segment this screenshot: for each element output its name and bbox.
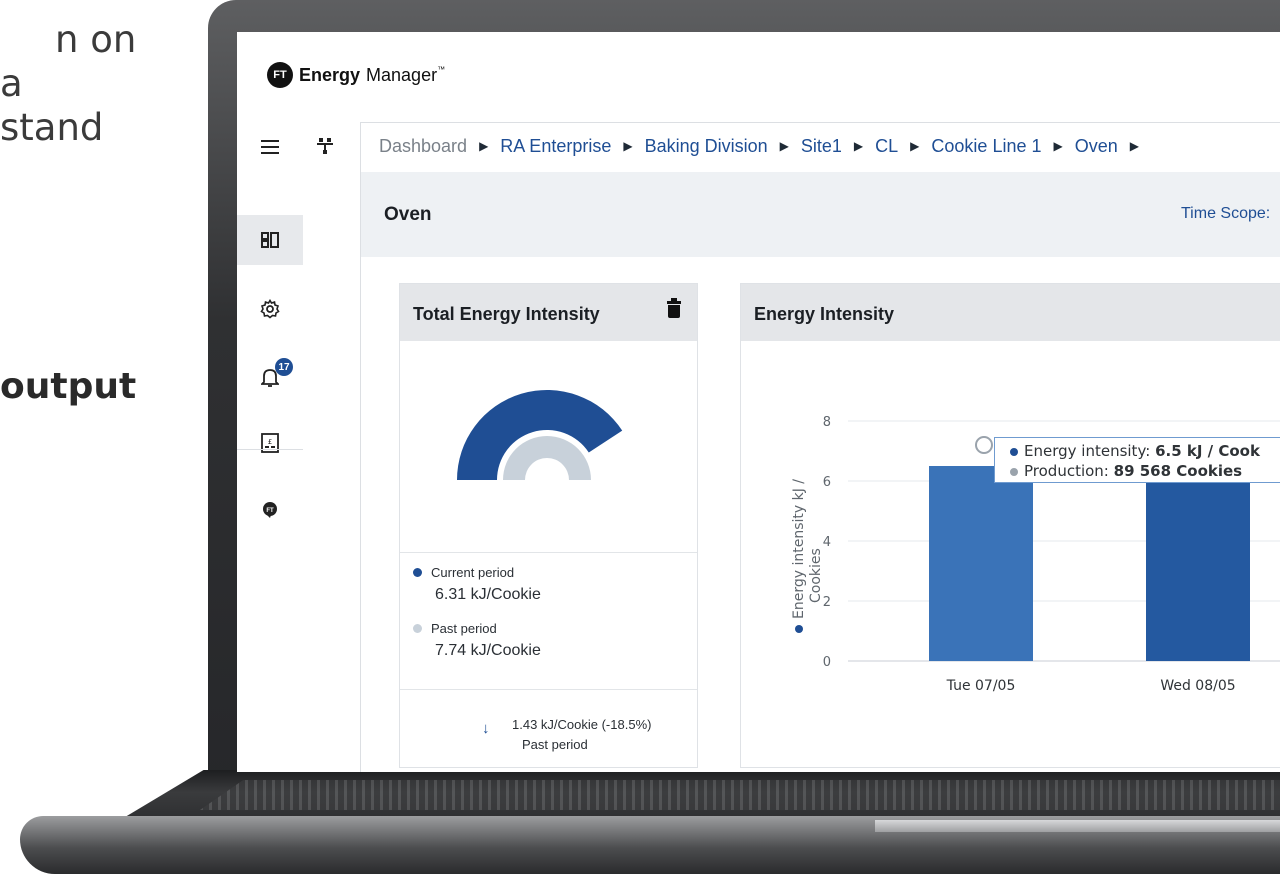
tooltip-energy-value: 6.5 kJ / Cook [1155,442,1260,460]
page-title-bar: Oven Time Scope: [361,172,1280,257]
laptop-base [0,770,1280,883]
svg-text:FT: FT [266,508,274,514]
hierarchy-tree-icon[interactable] [317,138,333,159]
y-axis-title-line-2: Cookies [808,548,824,603]
sidebar: 17 £ FT [237,122,304,772]
card-divider [400,552,697,553]
energy-intensity-chart: 02468Tue 07/05 Wed 08/05Energy intensity … [791,415,1280,694]
card-title: Energy Intensity [754,304,895,324]
breadcrumb-item[interactable]: Site1 [801,136,842,157]
x-tick-label: Wed 08/05 [1160,678,1235,694]
period-delta: ↓ 1.43 kJ/Cookie (-18.5%) Past period [482,715,651,755]
breadcrumb-chevron-icon: ▶ [1053,139,1063,153]
breadcrumb-item[interactable]: CL [875,136,898,157]
card-title: Total Energy Intensity [413,304,600,324]
trademark: ™ [437,64,446,74]
breadcrumb-item[interactable]: Cookie Line 1 [931,136,1041,157]
delta-label: Past period [522,737,588,752]
gear-icon[interactable] [237,284,303,334]
intensity-gauge [457,390,623,480]
breadcrumb-item[interactable]: RA Enterprise [500,136,611,157]
svg-text:£: £ [268,438,272,446]
marketing-line-3: stand [0,106,104,149]
app-logo[interactable]: FT Energy Manager™ [267,62,445,88]
breadcrumb-chevron-icon: ▶ [853,139,864,153]
delta-value: 1.43 kJ/Cookie (-18.5%) [512,717,652,732]
marketing-line-2: a [0,62,23,105]
hierarchy-rail [303,122,361,772]
y-tick-label: 6 [823,475,831,490]
app-screen: FT Energy Manager™ 17 £ FT Dashboard ▶ R… [237,32,1280,772]
gauge-past-arc [503,436,591,480]
marketing-line-1: n on [55,18,137,61]
chart-bar [1146,469,1250,661]
current-period-dot [413,568,422,577]
card-header: Energy Intensity [741,284,1280,341]
tooltip-production-label: Production: [1024,462,1109,480]
breadcrumb-chevron-icon: ▶ [479,139,489,153]
energy-dot [1010,447,1018,456]
y-axis-title: Energy intensity kJ / Cookies [791,479,824,633]
brand-bold: Energy [299,64,361,85]
brand-name: Manager [366,64,438,85]
card-header: Total Energy Intensity [400,284,697,341]
marketing-bold: output [0,366,137,407]
hover-marker [975,436,993,454]
y-axis-legend-dot [795,625,803,633]
notification-badge: 17 [275,358,293,376]
current-period-value: 6.31 kJ/Cookie [435,586,541,603]
y-tick-label: 4 [823,535,831,550]
breadcrumb-item[interactable]: Oven [1075,136,1118,157]
breadcrumb: Dashboard ▶ RA Enterprise ▶ Baking Division ▶… [379,132,1139,160]
page-title: Oven [384,204,432,225]
tooltip-production-value: 89 568 Cookies [1113,462,1243,480]
laptop-notch [875,820,1280,832]
arrow-down-icon: ↓ [482,720,490,737]
current-period: Current period 6.31 kJ/Cookie [413,565,541,604]
y-tick-label: 8 [823,415,831,430]
trash-icon[interactable] [667,298,681,318]
report-icon[interactable]: £ [237,418,303,468]
ft-logo-icon[interactable]: FT [237,485,303,535]
breadcrumb-chevron-icon: ▶ [910,139,920,153]
dashboard-icon[interactable] [237,215,303,265]
past-period-value: 7.74 kJ/Cookie [435,642,541,659]
breadcrumb-item[interactable]: Baking Division [645,136,768,157]
time-scope-label[interactable]: Time Scope: [1181,205,1270,223]
breadcrumb-chevron-icon: ▶ [623,139,633,153]
card-divider [400,689,697,690]
breadcrumb-item[interactable]: Dashboard [379,136,467,157]
chart-tooltip: Energy intensity: 6.5 kJ / Cook Producti… [994,437,1280,483]
sidebar-separator [237,449,303,450]
bell-icon[interactable]: 17 [237,352,303,402]
chart-bar [929,466,1033,661]
y-tick-label: 0 [823,655,831,670]
brand-regular: Manager™ [366,65,445,86]
ft-logo-icon: FT [267,62,293,88]
gauge-current-arc [457,390,623,480]
tooltip-energy-label: Energy intensity: [1024,442,1151,460]
laptop-keyboard [200,780,1280,810]
energy-intensity-card: Energy Intensity 0 2 4 6 8 Tue 07/05 Wed 08/05… [740,283,1280,768]
marketing-copy: n on a stand [0,18,136,150]
breadcrumb-chevron-icon: ▶ [1129,139,1139,153]
app-header: FT Energy Manager™ [237,32,1280,123]
current-period-label: Current period [431,565,515,580]
y-axis-title-line-1: Energy intensity kJ / [791,479,807,619]
production-dot [1010,467,1018,476]
breadcrumb-chevron-icon: ▶ [779,139,789,153]
past-period-label: Past period [431,621,497,636]
past-period: Past period 7.74 kJ/Cookie [413,621,541,660]
total-energy-intensity-card: Total Energy Intensity Current period 6.… [399,283,698,768]
past-period-dot [413,624,422,633]
menu-icon[interactable] [237,122,303,172]
x-tick-label: Tue 07/05 [946,678,1016,694]
